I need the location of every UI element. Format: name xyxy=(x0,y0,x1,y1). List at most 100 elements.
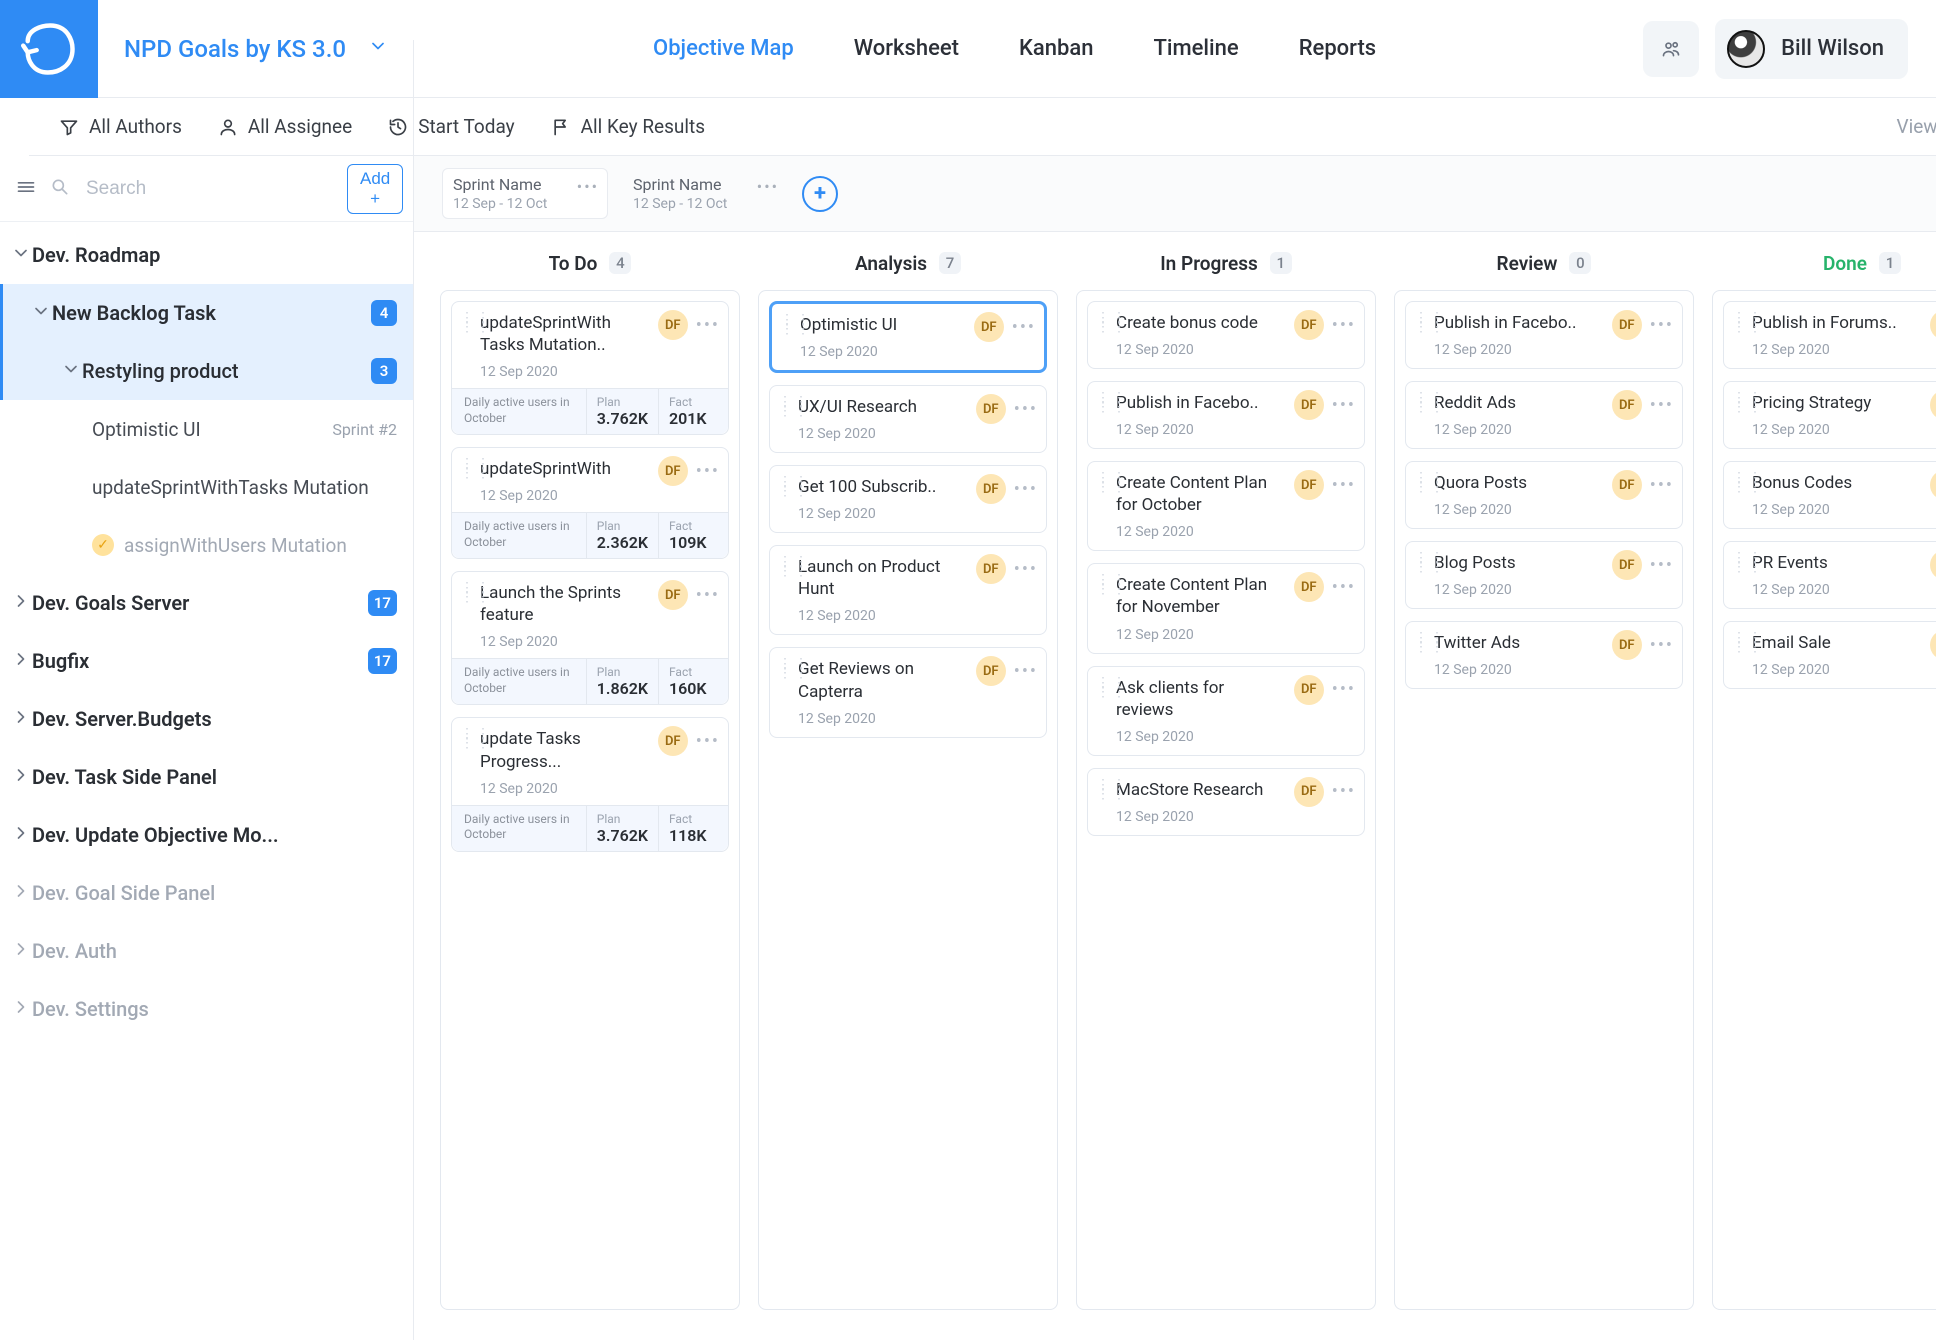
card[interactable]: ⋮⋮⋮⋮Launch on Product Hunt12 Sep 2020DF•… xyxy=(769,545,1047,635)
drag-handle-icon[interactable]: ⋮⋮⋮⋮ xyxy=(460,730,492,748)
assignee-avatar[interactable]: DF xyxy=(1612,390,1642,420)
tab-timeline[interactable]: Timeline xyxy=(1153,36,1238,61)
card[interactable]: ⋮⋮⋮⋮Quora Posts12 Sep 2020DF••• xyxy=(1405,461,1683,529)
drag-handle-icon[interactable]: ⋮⋮⋮⋮ xyxy=(1096,679,1128,697)
drag-handle-icon[interactable]: ⋮⋮⋮⋮ xyxy=(1732,554,1764,572)
more-icon[interactable]: ••• xyxy=(1650,635,1674,656)
filter-key-results[interactable]: All Key Results xyxy=(551,115,705,138)
drag-handle-icon[interactable]: ⋮⋮⋮⋮ xyxy=(1096,394,1128,412)
drag-handle-icon[interactable]: ⋮⋮⋮⋮ xyxy=(1414,554,1446,572)
assignee-avatar[interactable]: DF xyxy=(658,580,688,610)
tree-item-settings[interactable]: Dev. Settings xyxy=(0,980,413,1038)
more-icon[interactable]: ••• xyxy=(1332,577,1356,598)
assignee-avatar[interactable]: DF xyxy=(1294,310,1324,340)
team-icon-button[interactable] xyxy=(1643,21,1699,77)
column-body[interactable]: ⋮⋮⋮⋮Publish in Facebo..12 Sep 2020DF•••⋮… xyxy=(1394,290,1694,1310)
more-icon[interactable]: ••• xyxy=(1012,317,1036,338)
drag-handle-icon[interactable]: ⋮⋮⋮⋮ xyxy=(1414,474,1446,492)
drag-handle-icon[interactable]: ⋮⋮⋮⋮ xyxy=(778,478,810,496)
column-body[interactable]: ⋮⋮⋮⋮Create bonus code12 Sep 2020DF•••⋮⋮⋮… xyxy=(1076,290,1376,1310)
card[interactable]: ⋮⋮⋮⋮MacStore Research12 Sep 2020DF••• xyxy=(1087,768,1365,836)
more-icon[interactable]: ••• xyxy=(696,585,720,606)
card[interactable]: ⋮⋮⋮⋮Get 100 Subscrib..12 Sep 2020DF••• xyxy=(769,465,1047,533)
drag-handle-icon[interactable]: ⋮⋮⋮⋮ xyxy=(780,316,812,334)
card[interactable]: ⋮⋮⋮⋮Optimistic UI12 Sep 2020DF••• xyxy=(769,301,1047,373)
drag-handle-icon[interactable]: ⋮⋮⋮⋮ xyxy=(1732,394,1764,412)
tree-item-auth[interactable]: Dev. Auth xyxy=(0,922,413,980)
filter-assignee[interactable]: All Assignee xyxy=(218,115,352,138)
tree-item-optui[interactable]: Optimistic UISprint #2 xyxy=(0,400,413,458)
card[interactable]: ⋮⋮⋮⋮Get Reviews on Capterra12 Sep 2020DF… xyxy=(769,647,1047,737)
card[interactable]: ⋮⋮⋮⋮Twitter Ads12 Sep 2020DF••• xyxy=(1405,621,1683,689)
drag-handle-icon[interactable]: ⋮⋮⋮⋮ xyxy=(1414,394,1446,412)
more-icon[interactable]: ••• xyxy=(1650,315,1674,336)
tree-item-uswt[interactable]: updateSprintWithTasks Mutation xyxy=(0,458,413,516)
card[interactable]: ⋮⋮⋮⋮Ask clients for reviews12 Sep 2020DF… xyxy=(1087,666,1365,756)
filter-authors[interactable]: All Authors xyxy=(59,115,182,138)
tree-item-tsp[interactable]: Dev. Task Side Panel xyxy=(0,748,413,806)
tree-item-assign[interactable]: ✓assignWithUsers Mutation xyxy=(0,516,413,574)
tree-item-backlog[interactable]: New Backlog Task4 xyxy=(0,284,413,342)
drag-handle-icon[interactable]: ⋮⋮⋮⋮ xyxy=(1732,634,1764,652)
more-icon[interactable]: ••• xyxy=(696,315,720,336)
more-icon[interactable]: ••• xyxy=(1014,399,1038,420)
filter-start-today[interactable]: Start Today xyxy=(388,115,514,138)
column-body[interactable]: ⋮⋮⋮⋮Optimistic UI12 Sep 2020DF•••⋮⋮⋮⋮UX/… xyxy=(758,290,1058,1310)
card[interactable]: ⋮⋮⋮⋮Create bonus code12 Sep 2020DF••• xyxy=(1087,301,1365,369)
card[interactable]: ⋮⋮⋮⋮PR Events12 Sep 2020DF••• xyxy=(1723,541,1936,609)
assignee-avatar[interactable]: DF xyxy=(658,456,688,486)
card[interactable]: ⋮⋮⋮⋮Launch the Sprints feature12 Sep 202… xyxy=(451,571,729,705)
drag-handle-icon[interactable]: ⋮⋮⋮⋮ xyxy=(1732,474,1764,492)
drag-handle-icon[interactable]: ⋮⋮⋮⋮ xyxy=(460,584,492,602)
assignee-avatar[interactable]: DF xyxy=(1930,310,1936,340)
more-icon[interactable]: ••• xyxy=(696,731,720,752)
drag-handle-icon[interactable]: ⋮⋮⋮⋮ xyxy=(460,460,492,478)
more-icon[interactable]: ••• xyxy=(1332,395,1356,416)
tree-item-restyle[interactable]: Restyling product3 xyxy=(0,342,413,400)
tree-item-goalsrv[interactable]: Dev. Goals Server17 xyxy=(0,574,413,632)
drag-handle-icon[interactable]: ⋮⋮⋮⋮ xyxy=(1096,576,1128,594)
more-icon[interactable]: ••• xyxy=(757,177,779,196)
more-icon[interactable]: ••• xyxy=(1650,475,1674,496)
card[interactable]: ⋮⋮⋮⋮Publish in Facebo..12 Sep 2020DF••• xyxy=(1405,301,1683,369)
card[interactable]: ⋮⋮⋮⋮Reddit Ads12 Sep 2020DF••• xyxy=(1405,381,1683,449)
assignee-avatar[interactable]: DF xyxy=(658,726,688,756)
card[interactable]: ⋮⋮⋮⋮Bonus Codes12 Sep 2020DF••• xyxy=(1723,461,1936,529)
more-icon[interactable]: ••• xyxy=(1332,781,1356,802)
assignee-avatar[interactable]: DF xyxy=(1294,777,1324,807)
drag-handle-icon[interactable]: ⋮⋮⋮⋮ xyxy=(1096,781,1128,799)
assignee-avatar[interactable]: DF xyxy=(976,656,1006,686)
view-options[interactable]: View Options xyxy=(1897,115,1936,138)
drag-handle-icon[interactable]: ⋮⋮⋮⋮ xyxy=(1096,314,1128,332)
drag-handle-icon[interactable]: ⋮⋮⋮⋮ xyxy=(778,558,810,576)
more-icon[interactable]: ••• xyxy=(1332,475,1356,496)
assignee-avatar[interactable]: DF xyxy=(976,394,1006,424)
drag-handle-icon[interactable]: ⋮⋮⋮⋮ xyxy=(778,660,810,678)
more-icon[interactable]: ••• xyxy=(1332,315,1356,336)
card[interactable]: ⋮⋮⋮⋮Email Sale12 Sep 2020DF••• xyxy=(1723,621,1936,689)
assignee-avatar[interactable]: DF xyxy=(1294,470,1324,500)
drag-handle-icon[interactable]: ⋮⋮⋮⋮ xyxy=(1414,634,1446,652)
more-icon[interactable]: ••• xyxy=(1014,559,1038,580)
card[interactable]: ⋮⋮⋮⋮Create Content Plan for October12 Se… xyxy=(1087,461,1365,551)
more-icon[interactable]: ••• xyxy=(1014,479,1038,500)
more-icon[interactable]: ••• xyxy=(1650,395,1674,416)
assignee-avatar[interactable]: DF xyxy=(1294,675,1324,705)
card[interactable]: ⋮⋮⋮⋮Publish in Facebo..12 Sep 2020DF••• xyxy=(1087,381,1365,449)
tree-item-roadmap[interactable]: Dev. Roadmap xyxy=(0,226,413,284)
card[interactable]: ⋮⋮⋮⋮Publish in Forums..12 Sep 2020DF••• xyxy=(1723,301,1936,369)
drag-handle-icon[interactable]: ⋮⋮⋮⋮ xyxy=(460,314,492,332)
card[interactable]: ⋮⋮⋮⋮updateSprintWith Tasks Mutation..12 … xyxy=(451,301,729,435)
more-icon[interactable]: ••• xyxy=(1014,661,1038,682)
tab-worksheet[interactable]: Worksheet xyxy=(854,36,959,61)
assignee-avatar[interactable]: DF xyxy=(1612,310,1642,340)
drag-handle-icon[interactable]: ⋮⋮⋮⋮ xyxy=(1096,474,1128,492)
assignee-avatar[interactable]: DF xyxy=(1930,470,1936,500)
assignee-avatar[interactable]: DF xyxy=(976,474,1006,504)
assignee-avatar[interactable]: DF xyxy=(974,312,1004,342)
tree-item-uom[interactable]: Dev. Update Objective Mo... xyxy=(0,806,413,864)
search-input[interactable] xyxy=(84,177,333,201)
add-sprint-button[interactable]: + xyxy=(802,176,838,212)
tab-reports[interactable]: Reports xyxy=(1299,36,1376,61)
card[interactable]: ⋮⋮⋮⋮Pricing Strategy12 Sep 2020DF••• xyxy=(1723,381,1936,449)
